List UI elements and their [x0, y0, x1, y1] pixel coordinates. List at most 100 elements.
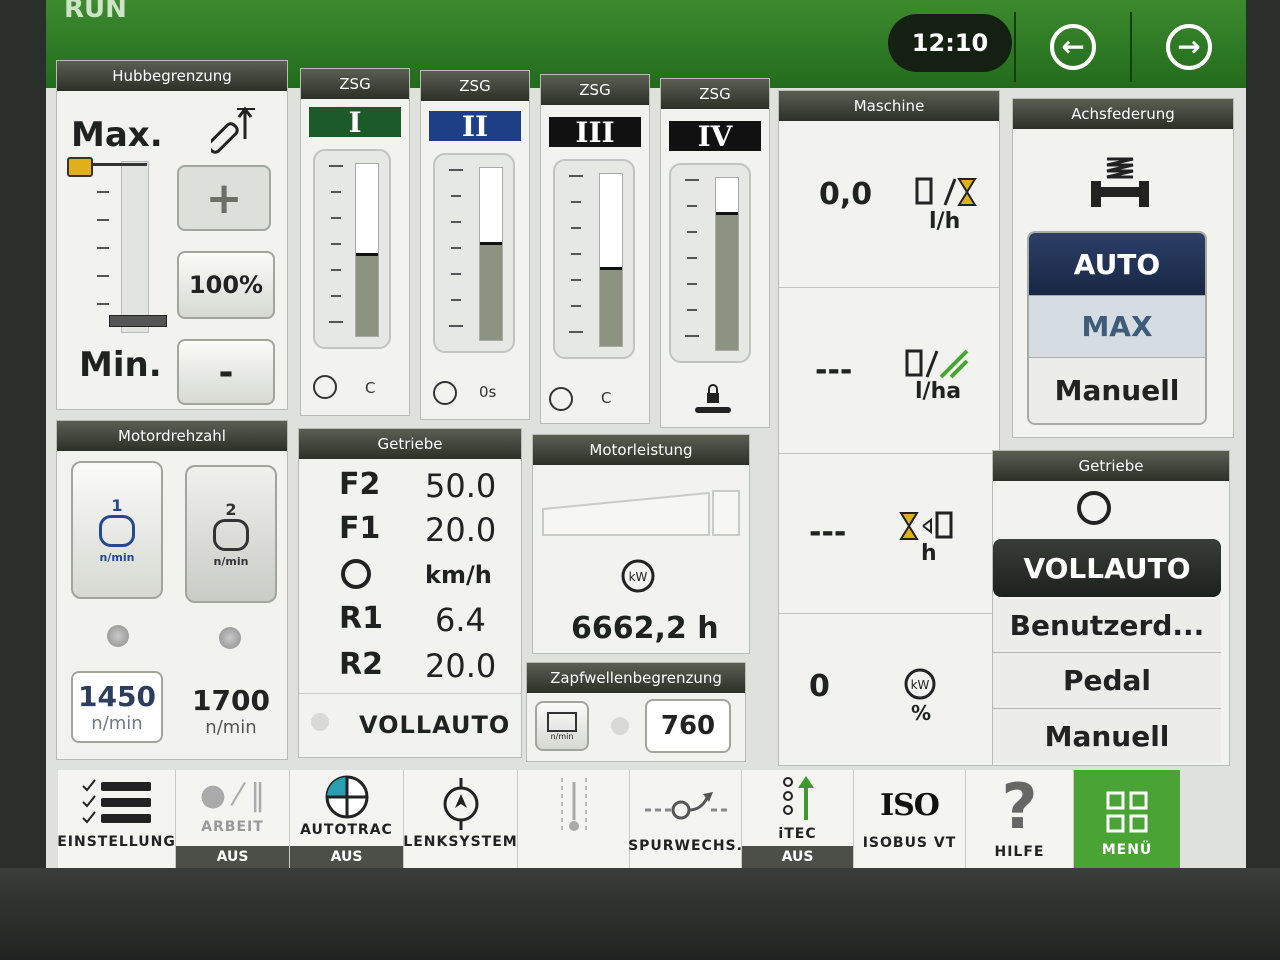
- pto-limit-value[interactable]: 760: [645, 699, 731, 753]
- suspension-auto-option[interactable]: AUTO: [1029, 233, 1205, 295]
- button-label: ISOBUS VT: [862, 835, 957, 851]
- scale-tick: [571, 201, 581, 203]
- scale-tick: [449, 325, 463, 327]
- scale-tick: [571, 305, 581, 307]
- lenksystem-button[interactable]: LENKSYSTEM: [403, 770, 518, 868]
- row-divider: [779, 453, 999, 454]
- button-label: EINSTELLUNG: [57, 834, 176, 850]
- gear-value[interactable]: 20.0: [425, 647, 496, 685]
- scale-tick: [329, 321, 343, 323]
- lower-limit-handle[interactable]: [109, 315, 167, 327]
- scale-tick: [331, 295, 341, 297]
- panel-title: Achsfederung: [1013, 99, 1233, 129]
- help-icon: ?: [1001, 770, 1038, 843]
- zsg-panel-4[interactable]: ZSG IV: [660, 78, 770, 428]
- itec-button[interactable]: iTEC AUS: [742, 770, 854, 868]
- suspension-max-option[interactable]: MAX: [1029, 295, 1205, 357]
- autotrac-button[interactable]: AUTOTRAC AUS: [290, 770, 404, 868]
- rpm-preset-1-value[interactable]: 1450 n/min: [71, 671, 163, 743]
- lock-icon: [695, 384, 731, 413]
- section-control-button[interactable]: [518, 770, 630, 868]
- panel-title: Getriebe: [299, 429, 521, 459]
- section-control-icon: [560, 778, 587, 834]
- status-badge: AUS: [290, 846, 403, 868]
- engine-power-icon: kW: [621, 559, 655, 593]
- scale-tick: [451, 247, 461, 249]
- gear-icon: [341, 559, 371, 589]
- transmission-pedal-option[interactable]: Pedal: [993, 653, 1221, 709]
- arrow-right-icon: →: [1166, 24, 1212, 70]
- panel-title: Getriebe: [993, 451, 1229, 481]
- scale-tick: [569, 175, 583, 177]
- scale-tick: [97, 191, 109, 193]
- forward-button[interactable]: →: [1156, 14, 1222, 80]
- arbeit-button[interactable]: ● ⁄ ‖ ARBEIT AUS: [176, 770, 290, 868]
- axle-suspension-icon: [1091, 157, 1149, 207]
- transmission-custom-option[interactable]: Benutzerd...: [993, 599, 1221, 653]
- scale-tick: [569, 331, 583, 333]
- lift-limit-slider[interactable]: [121, 161, 149, 333]
- fuel-per-hour-icon: [915, 177, 977, 206]
- limit-value[interactable]: 100%: [177, 251, 275, 319]
- mode-indicator: [311, 713, 329, 731]
- gear-key: R1: [339, 601, 383, 636]
- preset-value: 1450: [78, 680, 156, 713]
- rpm-preset-2-value[interactable]: 1700 n/min: [185, 675, 277, 747]
- fuel-per-area-icon: [905, 349, 969, 379]
- zsg-mode: C: [365, 379, 376, 397]
- transmission-options: VOLLAUTO Benutzerd... Pedal Manuell: [993, 539, 1221, 763]
- transmission-mode: VOLLAUTO: [359, 711, 511, 739]
- transmission-manual-option[interactable]: Manuell: [993, 709, 1221, 763]
- preset-unit-icon: n/min: [99, 551, 135, 564]
- gear-value[interactable]: 6.4: [435, 601, 486, 639]
- zsg-mode: 0s: [479, 383, 497, 401]
- zapfwelle-panel: Zapfwellenbegrenzung n/min 760: [526, 662, 746, 762]
- engine-icon: [213, 519, 249, 551]
- scale-tick: [571, 279, 581, 281]
- menu-button[interactable]: MENÜ: [1074, 770, 1180, 868]
- einstellung-button[interactable]: EINSTELLUNG: [57, 770, 176, 868]
- device-bezel: [0, 868, 1280, 960]
- gauge-fill: [600, 266, 622, 346]
- gauge-track: [715, 177, 739, 351]
- gear-value[interactable]: 50.0: [425, 467, 496, 505]
- motorleistung-panel: Motorleistung kW 6662,2 h: [532, 434, 750, 654]
- gauge-fill: [716, 212, 738, 350]
- upper-limit-handle[interactable]: [67, 157, 93, 177]
- scale-tick: [451, 273, 461, 275]
- scale-tick: [687, 231, 697, 233]
- lane-change-icon: [644, 792, 729, 820]
- scale-tick: [331, 217, 341, 219]
- pto-limit-button[interactable]: n/min: [535, 701, 589, 751]
- transmission-vollauto-option[interactable]: VOLLAUTO: [993, 539, 1221, 597]
- settings-list-icon: [81, 779, 151, 824]
- increase-button[interactable]: +: [177, 165, 271, 231]
- zsg-panel-2[interactable]: ZSG II 0s: [420, 70, 530, 420]
- decrease-button[interactable]: -: [177, 339, 275, 405]
- isobus-vt-button[interactable]: ISO ISOBUS VT: [854, 770, 966, 868]
- back-button[interactable]: ←: [1040, 14, 1106, 80]
- pto-indicator: [611, 717, 629, 735]
- suspension-manual-option[interactable]: Manuell: [1029, 357, 1205, 423]
- pause-icon: ● ⁄ ‖: [199, 778, 266, 813]
- zsg-numeral: III: [549, 116, 641, 149]
- preset-value-unit: n/min: [205, 717, 257, 738]
- rpm-preset-2-button[interactable]: 2 n/min: [185, 465, 277, 603]
- spurwechsel-button[interactable]: SPURWECHS.: [628, 770, 742, 868]
- gear-value[interactable]: 20.0: [425, 511, 496, 549]
- remaining-time-unit: h: [921, 541, 937, 566]
- panel-title: ZSG: [541, 75, 649, 105]
- hitch-position-icon: [211, 106, 255, 154]
- zsg-panel-1[interactable]: ZSG I C: [300, 68, 410, 416]
- hubbegrenzung-panel: Hubbegrenzung Max. Min. + 100% -: [56, 60, 288, 410]
- row-divider: [779, 287, 999, 288]
- scale-tick: [687, 309, 697, 311]
- hilfe-button[interactable]: ? HILFE: [966, 770, 1074, 868]
- zsg-gauge: [669, 163, 751, 363]
- scale-tick: [687, 205, 697, 207]
- rpm-preset-1-button[interactable]: 1 n/min: [71, 461, 163, 599]
- menu-grid-icon: [1106, 791, 1148, 833]
- pto-icon: [547, 711, 577, 732]
- zsg-panel-3[interactable]: ZSG III C: [540, 74, 650, 424]
- scale-tick: [449, 169, 463, 171]
